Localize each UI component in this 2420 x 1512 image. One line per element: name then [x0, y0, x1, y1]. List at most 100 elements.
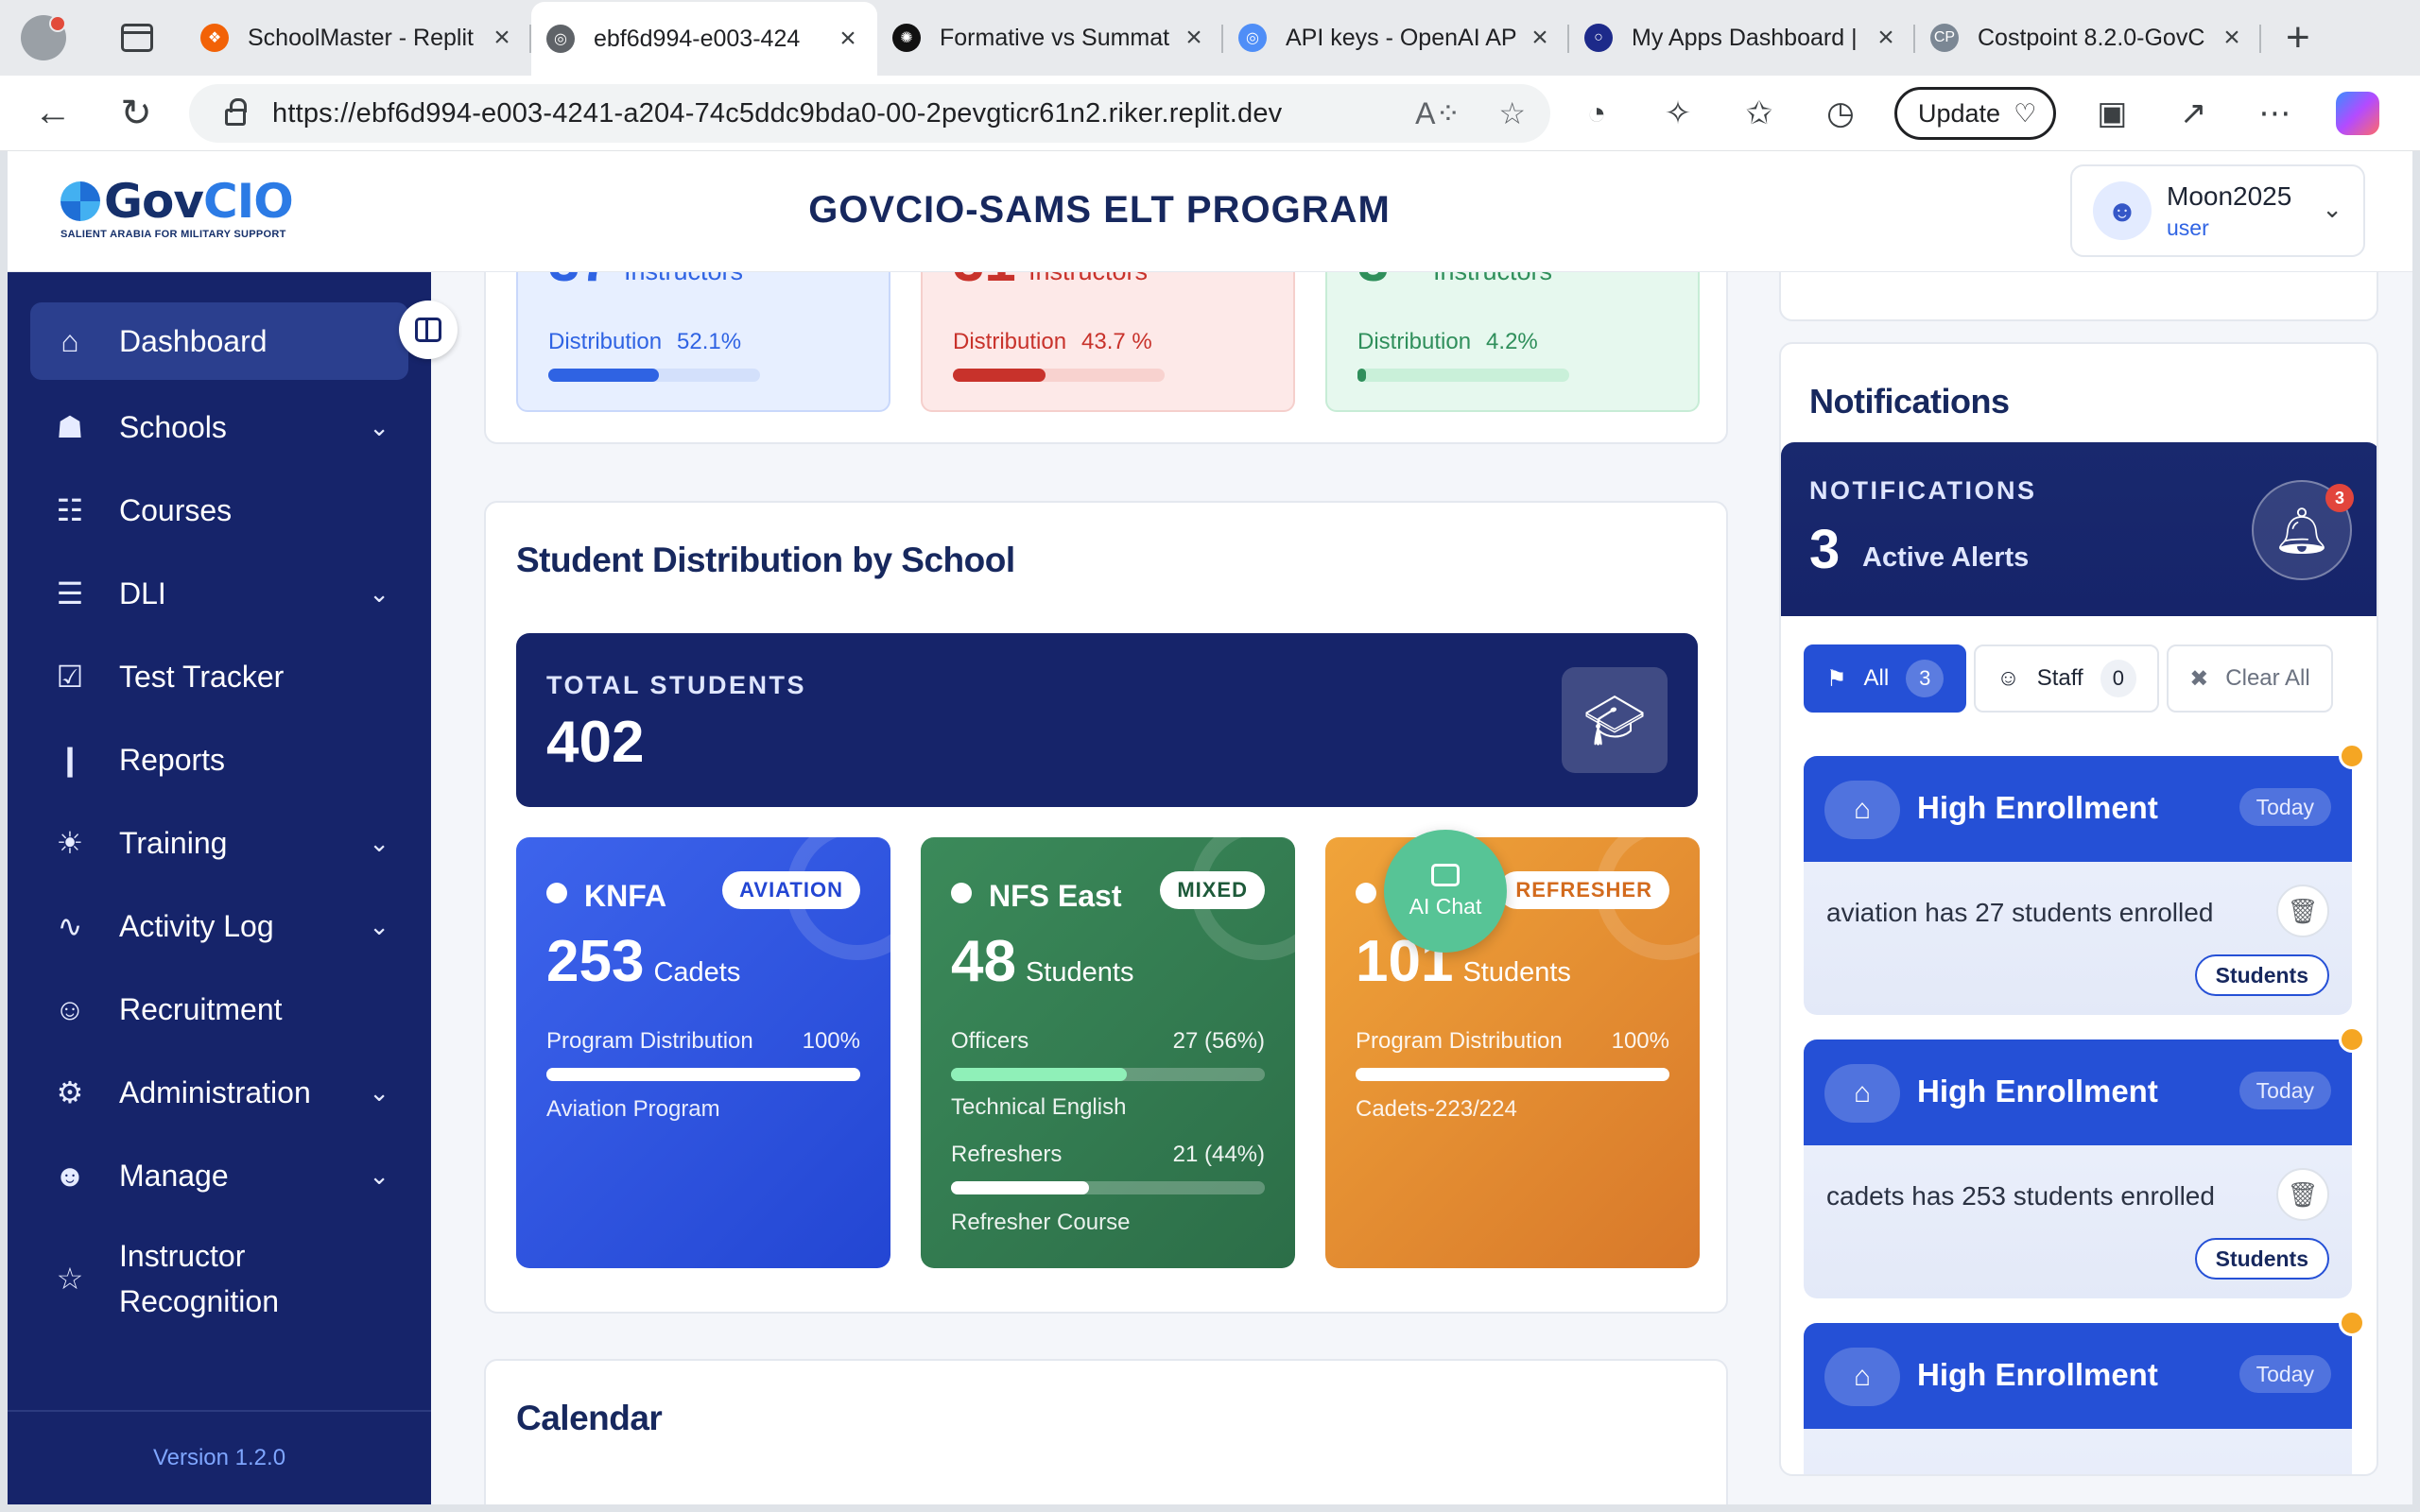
notification-title: High Enrollment — [1917, 790, 2158, 825]
collapse-sidebar-button[interactable] — [399, 301, 458, 359]
close-tab-icon[interactable]: × — [834, 23, 862, 55]
profile-avatar[interactable] — [21, 15, 66, 60]
school-card[interactable]: KNFA AVIATION 253 Cadets Program Distributio… — [516, 837, 890, 1268]
favorites-icon[interactable]: ✩ — [1732, 85, 1787, 142]
sidebar-item-label: Activity Log — [119, 908, 274, 943]
instructor-stat-card: 31 Instructors Distribution 43.7 % — [921, 272, 1295, 412]
more-options-icon[interactable]: ⋯ — [2247, 85, 2302, 142]
address-bar: ← ↻ https://ebf6d994-e003-4241-a204-74c5… — [0, 76, 2420, 151]
filter-label: All — [1863, 665, 1890, 691]
share-icon[interactable]: ↗ — [2166, 85, 2221, 142]
delete-notification-icon[interactable]: 🗑︎ — [2276, 885, 2329, 937]
row-value: 100% — [802, 1028, 860, 1054]
notification-title: High Enrollment — [1917, 1357, 2158, 1392]
row-label: Program Distribution — [546, 1028, 753, 1054]
tab-title: API keys - OpenAI AP — [1286, 24, 1517, 51]
distribution-bar-fill — [546, 1068, 860, 1081]
extensions-icon[interactable]: ✧ — [1651, 85, 1705, 142]
delete-notification-icon[interactable]: 🗑︎ — [2276, 1168, 2329, 1221]
tab-title: Costpoint 8.2.0-GovC — [1978, 24, 2205, 51]
sidebar-item-courses[interactable]: ☷ Courses — [30, 469, 408, 552]
distribution-bar — [1356, 1068, 1669, 1081]
notifications-label: NOTIFICATIONS — [1809, 476, 2037, 505]
sidebar-item-dli[interactable]: ☰ DLI ⌄ — [30, 552, 408, 635]
school-student-count: 253 Cadets — [546, 928, 740, 995]
app-page: GovCIO SALIENT ARABIA FOR MILITARY SUPPO… — [8, 151, 2412, 1504]
sidebar-toggle-icon[interactable] — [121, 24, 153, 52]
close-tab-icon[interactable]: × — [1180, 22, 1208, 54]
sidebar-item-manage[interactable]: ☻ Manage ⌄ — [30, 1134, 408, 1217]
reload-icon[interactable]: ↻ — [108, 85, 164, 142]
browser-tab[interactable]: ○ My Apps Dashboard | × — [1569, 0, 1915, 76]
grammarly-icon[interactable]: ◔ — [1569, 85, 1624, 142]
sidebar-item-instructor-recognition[interactable]: ☆ Instructor Recognition — [30, 1217, 408, 1340]
sidebar-item-label: Administration — [119, 1074, 311, 1109]
distribution-value: 43.7 % — [1081, 329, 1152, 354]
notification-header: ⌂ High Enrollment Today — [1804, 1323, 2352, 1429]
trash-icon: ✖ — [2189, 665, 2209, 692]
filter-clear-all[interactable]: ✖ Clear All — [2167, 644, 2333, 713]
back-icon[interactable]: ← — [25, 85, 81, 142]
browser-tab[interactable]: ✺ Formative vs Summat × — [877, 0, 1223, 76]
filter-count: 3 — [1906, 660, 1945, 697]
distribution-row: Program Distribution 100% — [546, 1028, 860, 1055]
browser-tab[interactable]: ◎ API keys - OpenAI AP × — [1223, 0, 1569, 76]
notification-item[interactable]: ⌂ High Enrollment Today cadets has 253 stud… — [1804, 1026, 2365, 1298]
app-header: GovCIO SALIENT ARABIA FOR MILITARY SUPPO… — [8, 151, 2412, 272]
filter-staff[interactable]: ☺ Staff 0 — [1974, 644, 2160, 713]
chevron-down-icon: ⌄ — [369, 911, 389, 940]
user-menu[interactable]: ☻ Moon2025 user ⌄ — [2070, 164, 2365, 257]
read-aloud-icon[interactable]: A⁘ — [1415, 95, 1461, 131]
distribution-bar-fill — [1356, 1068, 1669, 1081]
sidebar-item-label: DLI — [119, 576, 166, 610]
notifications-banner: NOTIFICATIONS 3 Active Alerts 🔔︎ 3 — [1781, 442, 2377, 616]
sidebar-item-schools[interactable]: ☗ Schools ⌄ — [30, 386, 408, 469]
notebook-icon: ☰ — [56, 576, 84, 610]
screenshot-icon[interactable]: ▣ — [2084, 85, 2139, 142]
sidebar-item-training[interactable]: ☀ Training ⌄ — [30, 801, 408, 885]
calendar-card: Calendar — [484, 1359, 1728, 1504]
browser-tab[interactable]: ◎ ebf6d994-e003-424 × — [531, 2, 877, 76]
favorite-star-icon[interactable]: ☆ — [1498, 95, 1526, 131]
close-tab-icon[interactable]: × — [1526, 22, 1554, 54]
sidebar-item-recruitment[interactable]: ☺ Recruitment — [30, 968, 408, 1051]
user-name: Moon2025 — [2167, 180, 2292, 211]
school-card[interactable]: NFS WestREFRESHER101StudentsProgram Dist… — [1325, 837, 1700, 1268]
copilot-icon[interactable] — [2336, 92, 2380, 135]
new-tab-button[interactable]: + — [2286, 14, 2310, 61]
notification-title: High Enrollment — [1917, 1074, 2158, 1108]
school-student-count: 48 Students — [951, 928, 1133, 995]
sidebar-item-label: Courses — [119, 492, 233, 527]
lightbulb-icon: ☀ — [56, 826, 84, 860]
chevron-down-icon: ⌄ — [369, 1160, 389, 1190]
browser-tab[interactable]: ❖ SchoolMaster - Replit × — [185, 0, 531, 76]
url-field[interactable]: https://ebf6d994-e003-4241-a204-74c5ddc9… — [189, 84, 1550, 143]
notification-item[interactable]: ⌂ High Enrollment Today — [1804, 1310, 2365, 1474]
notification-tag[interactable]: Students — [2194, 1238, 2329, 1280]
school-card[interactable]: NFS East MIXED 48 Students Officers 27 (56%) T… — [921, 837, 1295, 1268]
sidebar-item-reports[interactable]: ❙ Reports — [30, 718, 408, 801]
history-icon[interactable]: ◷ — [1813, 85, 1868, 142]
sidebar-item-activity-log[interactable]: ∿ Activity Log ⌄ — [30, 885, 408, 968]
distribution-progress-bar — [548, 369, 760, 382]
filter-all[interactable]: ⚑ All 3 — [1804, 644, 1967, 713]
tab-favicon-icon: ○ — [1584, 24, 1613, 52]
close-tab-icon[interactable]: × — [1872, 22, 1900, 54]
tab-favicon-icon: CP — [1930, 24, 1959, 52]
close-tab-icon[interactable]: × — [488, 22, 516, 54]
distribution-bar — [951, 1068, 1265, 1081]
browser-tab[interactable]: CP Costpoint 8.2.0-GovC × — [1915, 0, 2261, 76]
close-tab-icon[interactable]: × — [2218, 22, 2246, 54]
sidebar-item-test-tracker[interactable]: ☑ Test Tracker — [30, 635, 408, 718]
sidebar-item-administration[interactable]: ⚙ Administration ⌄ — [30, 1051, 408, 1134]
update-button[interactable]: Update ♡ — [1894, 87, 2057, 140]
sidebar: ⌂ Dashboard ☗ Schools ⌄ ☷ Courses ☰ DLI ⌄ ☑ Test Tr… — [8, 272, 431, 1504]
sidebar-item-dashboard[interactable]: ⌂ Dashboard — [30, 302, 408, 380]
notification-item[interactable]: ⌂ High Enrollment Today aviation has 27 stu… — [1804, 743, 2365, 1015]
notification-tag[interactable]: Students — [2194, 954, 2329, 996]
ai-chat-button[interactable]: AI Chat — [1384, 830, 1507, 953]
distribution-bar-fill — [951, 1068, 1127, 1081]
graduation-cap-icon: ⌂ — [1824, 1064, 1900, 1123]
school-name: NFS East — [989, 879, 1122, 913]
bookmark-icon: ⚑ — [1826, 665, 1847, 692]
